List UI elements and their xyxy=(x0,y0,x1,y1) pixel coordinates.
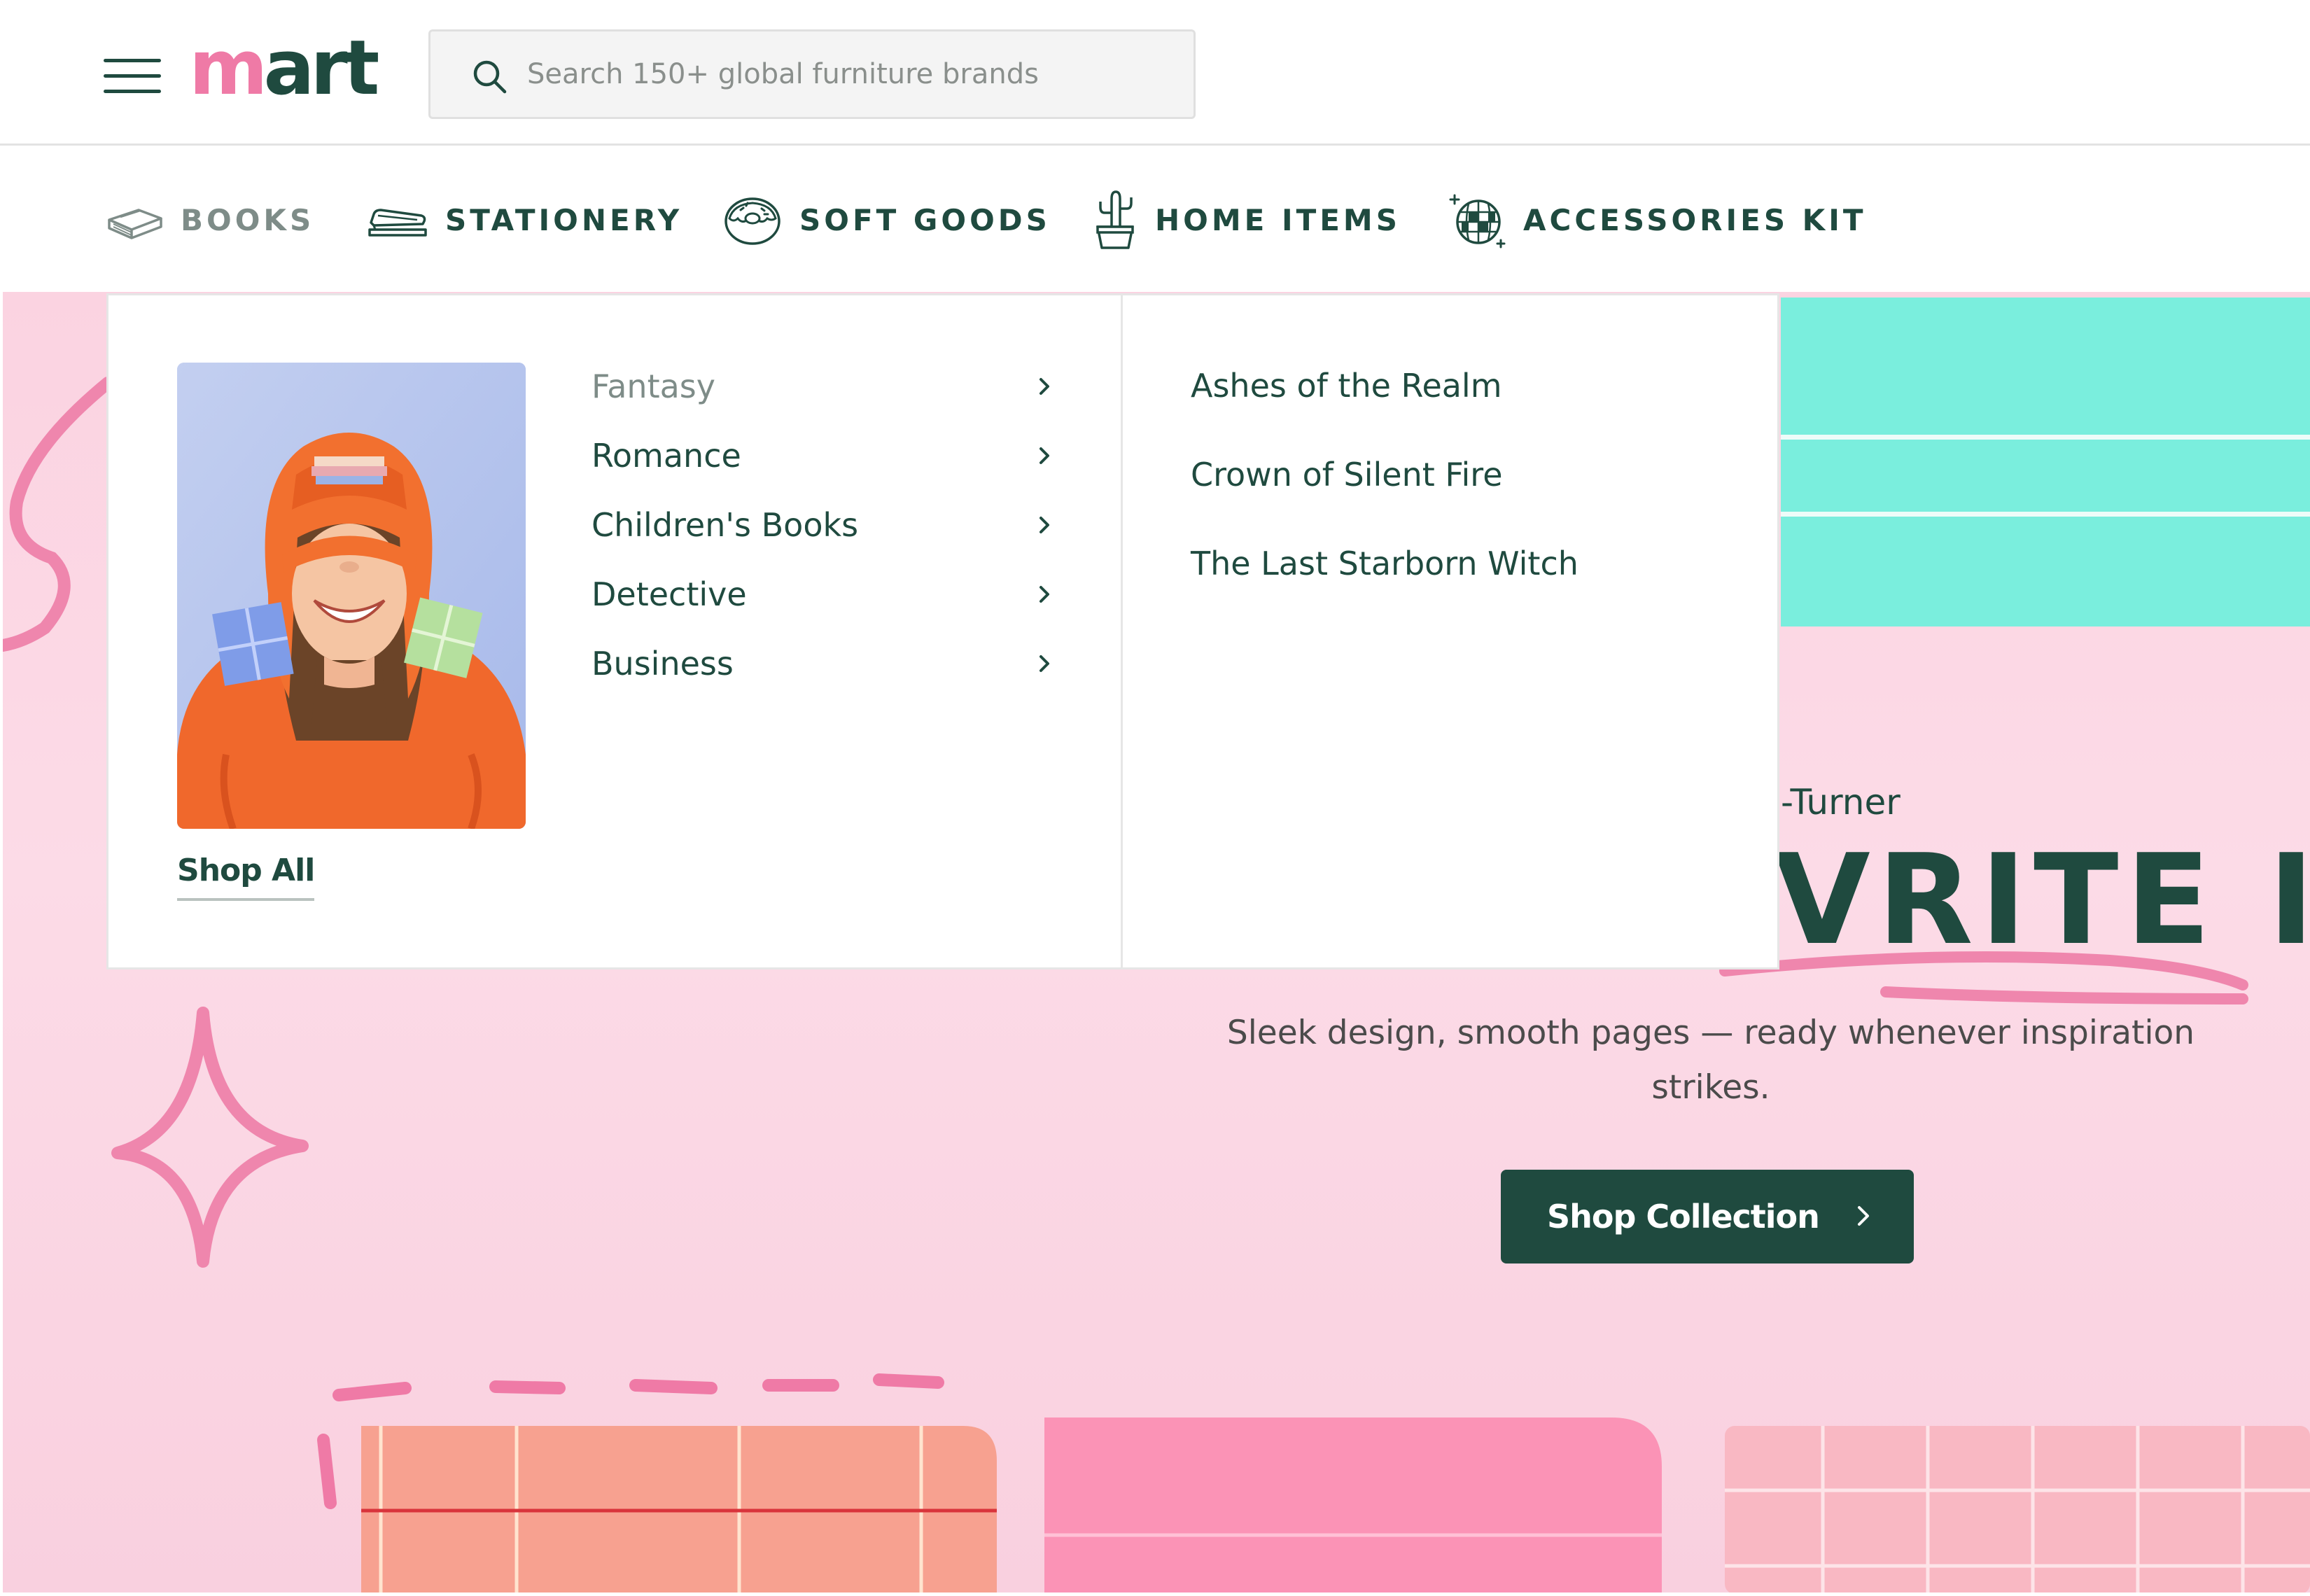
chevron-right-icon xyxy=(1040,585,1049,603)
books-mega-menu: Shop All Fantasy Romance Children's Book… xyxy=(106,293,1779,969)
grid-notebook-decoration xyxy=(1725,1426,2310,1592)
book-icon xyxy=(108,209,162,239)
subcategory-label: Business xyxy=(592,644,734,682)
category-label: BOOKS xyxy=(181,202,315,237)
shop-collection-button[interactable]: Shop Collection xyxy=(1501,1170,1914,1264)
category-label: HOME ITEMS xyxy=(1155,202,1401,237)
category-books[interactable]: BOOKS xyxy=(105,148,314,292)
pink-notebook-decoration xyxy=(1044,1418,1662,1592)
subcategory-business[interactable]: Business xyxy=(592,619,1054,708)
subcategory-label: Detective xyxy=(592,575,747,613)
category-soft-goods[interactable]: SOFT GOODS xyxy=(722,148,1051,292)
menu-divider xyxy=(1121,295,1123,967)
logo-letters-rest: art xyxy=(263,24,380,112)
book-link[interactable]: Ashes of the Realm xyxy=(1191,342,1578,430)
girl-with-books-illustration xyxy=(177,363,526,829)
shop-all-link[interactable]: Shop All xyxy=(177,853,315,901)
site-logo[interactable]: mart xyxy=(189,31,379,106)
stapler-icon xyxy=(368,209,427,237)
site-header: mart xyxy=(0,0,2310,146)
book-link[interactable]: The Last Starborn Witch xyxy=(1191,519,1578,608)
category-home-items[interactable]: HOME ITEMS xyxy=(1092,148,1401,292)
chevron-right-icon xyxy=(1040,516,1049,533)
search-icon xyxy=(473,60,507,94)
hamburger-menu-icon[interactable] xyxy=(104,56,161,95)
book-title-list: Ashes of the Realm Crown of Silent Fire … xyxy=(1191,342,1578,608)
potted-cactus-icon xyxy=(1096,190,1134,249)
promo-image[interactable] xyxy=(177,363,526,829)
hero-headline: VRITE IT. xyxy=(1774,827,2310,972)
chevron-right-icon xyxy=(1858,1206,1869,1226)
category-label: STATIONERY xyxy=(445,202,683,237)
disco-ball-icon xyxy=(1449,194,1506,248)
shop-collection-label: Shop Collection xyxy=(1547,1198,1820,1236)
subcategory-label: Romance xyxy=(592,436,741,475)
category-nav: BOOKS STATIONERY SOFT GOODS HOME ITEMS A… xyxy=(0,148,2310,292)
subcategory-label: Fantasy xyxy=(592,367,715,405)
logo-letter-m: m xyxy=(189,24,268,112)
hero-subtitle: Sleek design, smooth pages — ready whene… xyxy=(1226,1014,2195,1107)
search-input[interactable] xyxy=(527,31,1171,117)
category-stationery[interactable]: STATIONERY xyxy=(367,148,682,292)
category-accessories-kit[interactable]: ACCESSORIES KIT xyxy=(1449,148,1867,292)
hero-author-name: -Turner xyxy=(1781,782,1900,822)
subcategory-list: Fantasy Romance Children's Books Detecti… xyxy=(592,363,1054,708)
subcategory-label: Children's Books xyxy=(592,505,859,544)
chevron-right-icon xyxy=(1040,377,1049,395)
search-bar[interactable] xyxy=(428,29,1196,119)
donut-icon xyxy=(724,197,780,245)
chevron-right-icon xyxy=(1040,654,1049,672)
category-label: SOFT GOODS xyxy=(799,202,1051,237)
category-label: ACCESSORIES KIT xyxy=(1523,202,1867,237)
peach-notebook-decoration xyxy=(361,1426,997,1592)
book-link[interactable]: Crown of Silent Fire xyxy=(1191,430,1578,519)
chevron-right-icon xyxy=(1040,447,1049,464)
